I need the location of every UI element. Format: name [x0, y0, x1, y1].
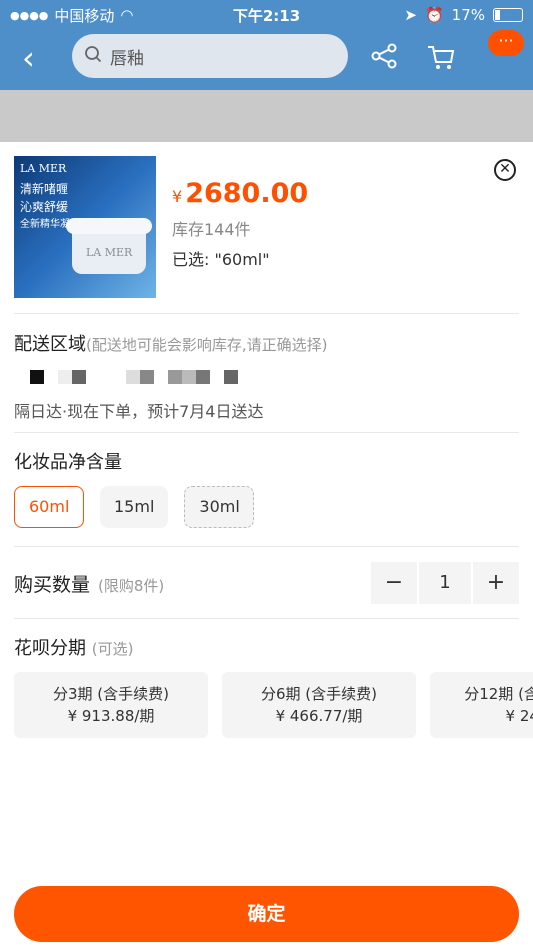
installment-term: 分6期 (含手续费)	[260, 685, 378, 703]
divider	[14, 432, 519, 433]
quantity-stepper: − 1 +	[371, 562, 519, 604]
installment-option-12[interactable]: 分12期 (含手续费) ¥ 240	[430, 672, 533, 738]
divider	[14, 546, 519, 547]
price: ¥ 2680.00	[172, 178, 308, 209]
installment-amount: ¥ 240	[505, 707, 533, 725]
installment-title: 花呗分期	[14, 638, 86, 659]
installment-amount: ¥ 466.77/期	[275, 707, 363, 725]
search-icon	[84, 45, 102, 68]
sku-sheet: LA MER 清新啫喱 沁爽舒缓 全新精华凝霜 LA MER ¥ 2680.00…	[0, 142, 533, 948]
price-currency: ¥	[172, 187, 183, 206]
stock-count: 库存144件	[172, 220, 251, 239]
share-icon[interactable]	[370, 42, 398, 77]
promo-line-1: 清新啫喱	[20, 182, 69, 196]
delivery-title: 配送区域	[14, 334, 86, 355]
installment-amount: ¥ 913.88/期	[67, 707, 155, 725]
spec-option-60ml[interactable]: 60ml	[14, 486, 84, 528]
quantity-section: 购买数量 (限购8件)	[14, 570, 164, 597]
spec-option-15ml[interactable]: 15ml	[100, 486, 169, 528]
spec-option-30ml[interactable]: 30ml	[184, 486, 255, 528]
installment-option-6[interactable]: 分6期 (含手续费) ¥ 466.77/期	[222, 672, 416, 738]
confirm-button[interactable]: 确定	[14, 886, 519, 942]
delivery-section[interactable]: 配送区域(配送地可能会影响库存,请正确选择)	[14, 330, 327, 356]
selected-spec: 已选: "60ml"	[172, 250, 270, 269]
more-icon[interactable]: ···	[488, 30, 524, 56]
product-image: LA MER 清新啫喱 沁爽舒缓 全新精华凝霜 LA MER	[14, 156, 156, 298]
spec-options: 60ml 15ml 30ml	[14, 486, 255, 528]
delivery-hint: (配送地可能会影响库存,请正确选择)	[86, 336, 328, 354]
image-brand: LA MER	[20, 162, 67, 175]
installment-options: 分3期 (含手续费) ¥ 913.88/期 分6期 (含手续费) ¥ 466.7…	[14, 672, 533, 738]
quantity-limit: (限购8件)	[98, 577, 165, 595]
address-redacted[interactable]	[30, 370, 238, 384]
installment-section: 花呗分期 (可选)	[14, 634, 133, 660]
installment-hint: (可选)	[91, 640, 134, 658]
installment-option-3[interactable]: 分3期 (含手续费) ¥ 913.88/期	[14, 672, 208, 738]
status-time: 下午2:13	[232, 6, 301, 25]
nav-bar: ‹ 唇釉 ···	[0, 30, 533, 90]
battery-icon	[493, 8, 523, 22]
decrement-button[interactable]: −	[371, 562, 417, 604]
search-text: 唇釉	[110, 48, 144, 69]
promo-line-2: 沁爽舒缓	[20, 200, 69, 214]
divider	[14, 313, 519, 314]
quantity-label: 购买数量	[14, 574, 91, 596]
status-bar: ●●●● 中国移动 ◠ 下午2:13 ➤ ⏰ 17%	[0, 0, 533, 30]
installment-term: 分3期 (含手续费)	[52, 685, 170, 703]
delivery-note: 隔日达·现在下单，预计7月4日送达	[14, 402, 264, 421]
search-input[interactable]: 唇釉	[72, 34, 348, 78]
jar-label: LA MER	[86, 246, 133, 259]
close-icon[interactable]: ✕	[494, 159, 516, 181]
installment-term: 分12期 (含手续费)	[464, 685, 533, 703]
divider	[14, 618, 519, 619]
spec-title: 化妆品净含量	[14, 452, 122, 473]
quantity-value[interactable]: 1	[419, 562, 471, 604]
price-value: 2680.00	[185, 178, 309, 209]
back-icon[interactable]: ‹	[22, 42, 50, 74]
jar-lid	[66, 218, 152, 234]
increment-button[interactable]: +	[473, 562, 519, 604]
cart-icon[interactable]	[426, 42, 456, 79]
